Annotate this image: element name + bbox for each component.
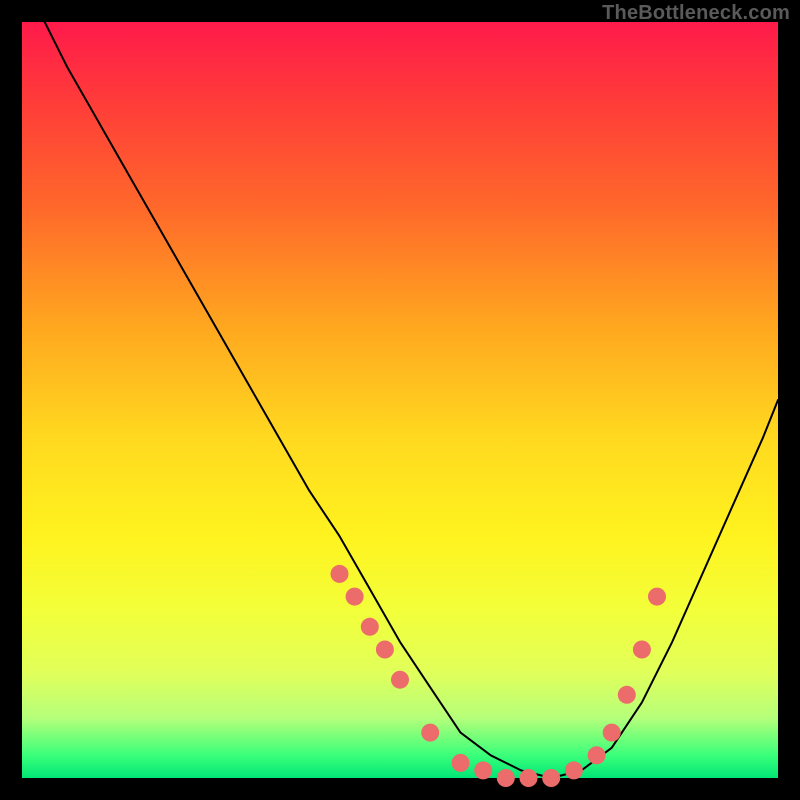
data-marker [361,618,379,636]
data-marker [391,671,409,689]
data-marker [346,588,364,606]
data-marker [376,641,394,659]
data-marker [520,769,538,787]
data-marker [633,641,651,659]
data-marker [542,769,560,787]
data-marker [603,724,621,742]
data-marker [565,761,583,779]
data-marker [648,588,666,606]
data-marker [331,565,349,583]
chart-svg [22,22,778,778]
chart-frame: TheBottleneck.com [0,0,800,800]
data-marker [618,686,636,704]
data-marker [452,754,470,772]
bottleneck-curve [45,22,778,778]
curve-layer [45,22,778,778]
data-marker [497,769,515,787]
marker-layer [331,565,667,787]
watermark-text: TheBottleneck.com [602,2,790,25]
plot-area [22,22,778,778]
data-marker [421,724,439,742]
data-marker [588,746,606,764]
data-marker [474,761,492,779]
